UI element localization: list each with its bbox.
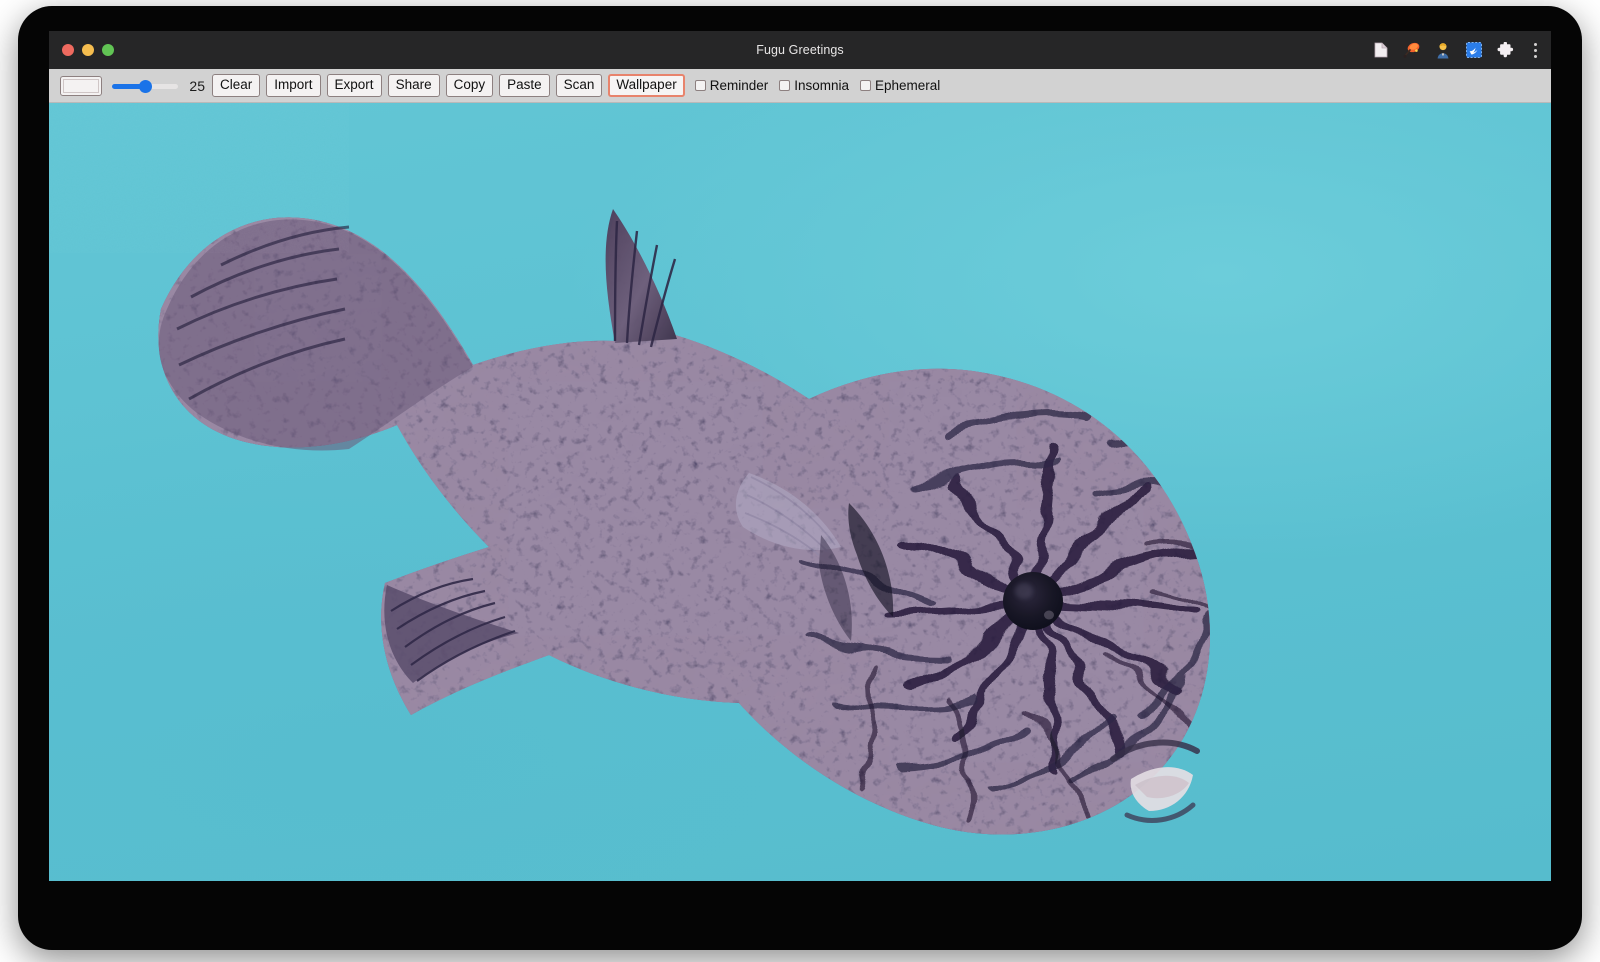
page-icon[interactable] — [1371, 40, 1391, 60]
color-picker-swatch — [63, 79, 99, 93]
install-app-icon[interactable] — [1464, 40, 1484, 60]
browser-menu-button[interactable] — [1527, 40, 1543, 60]
app-window: Fugu Greetings — [49, 31, 1551, 881]
export-button[interactable]: Export — [327, 74, 382, 97]
paint-icon[interactable] — [1402, 40, 1422, 60]
ephemeral-checkbox-box[interactable] — [860, 80, 871, 91]
insomnia-checkbox[interactable]: Insomnia — [779, 78, 849, 93]
copy-button[interactable]: Copy — [446, 74, 494, 97]
scan-button[interactable]: Scan — [556, 74, 603, 97]
wallpaper-button[interactable]: Wallpaper — [608, 74, 684, 97]
water-grain-overlay — [49, 103, 349, 253]
screenshot-root: Fugu Greetings — [0, 0, 1600, 962]
kebab-dot — [1534, 55, 1537, 58]
insomnia-checkbox-label: Insomnia — [794, 78, 849, 93]
profile-avatar-icon[interactable] — [1433, 40, 1453, 60]
maximize-window-button[interactable] — [102, 44, 114, 56]
slider-value-label: 25 — [187, 78, 205, 94]
kebab-dot — [1534, 49, 1537, 52]
kebab-dot — [1534, 43, 1537, 46]
ephemeral-checkbox-label: Ephemeral — [875, 78, 940, 93]
insomnia-checkbox-box[interactable] — [779, 80, 790, 91]
toolbar-checkbox-group: Reminder Insomnia Ephemeral — [695, 78, 952, 93]
paste-button[interactable]: Paste — [499, 74, 550, 97]
ephemeral-checkbox[interactable]: Ephemeral — [860, 78, 940, 93]
drawing-canvas[interactable] — [49, 103, 1551, 881]
reminder-checkbox-label: Reminder — [710, 78, 769, 93]
slider-thumb[interactable] — [139, 80, 152, 93]
minimize-window-button[interactable] — [82, 44, 94, 56]
reminder-checkbox-box[interactable] — [695, 80, 706, 91]
color-picker-input[interactable] — [60, 76, 102, 96]
extensions-puzzle-icon[interactable] — [1495, 40, 1515, 60]
import-button[interactable]: Import — [266, 74, 320, 97]
window-title: Fugu Greetings — [49, 43, 1551, 57]
titlebar: Fugu Greetings — [49, 31, 1551, 69]
reminder-checkbox[interactable]: Reminder — [695, 78, 769, 93]
traffic-light-controls — [62, 44, 114, 56]
clear-button[interactable]: Clear — [212, 74, 260, 97]
titlebar-actions — [1371, 40, 1543, 60]
app-toolbar: 25 Clear Import Export Share Copy Paste … — [49, 69, 1551, 103]
share-button[interactable]: Share — [388, 74, 440, 97]
line-width-slider[interactable] — [112, 79, 178, 93]
close-window-button[interactable] — [62, 44, 74, 56]
